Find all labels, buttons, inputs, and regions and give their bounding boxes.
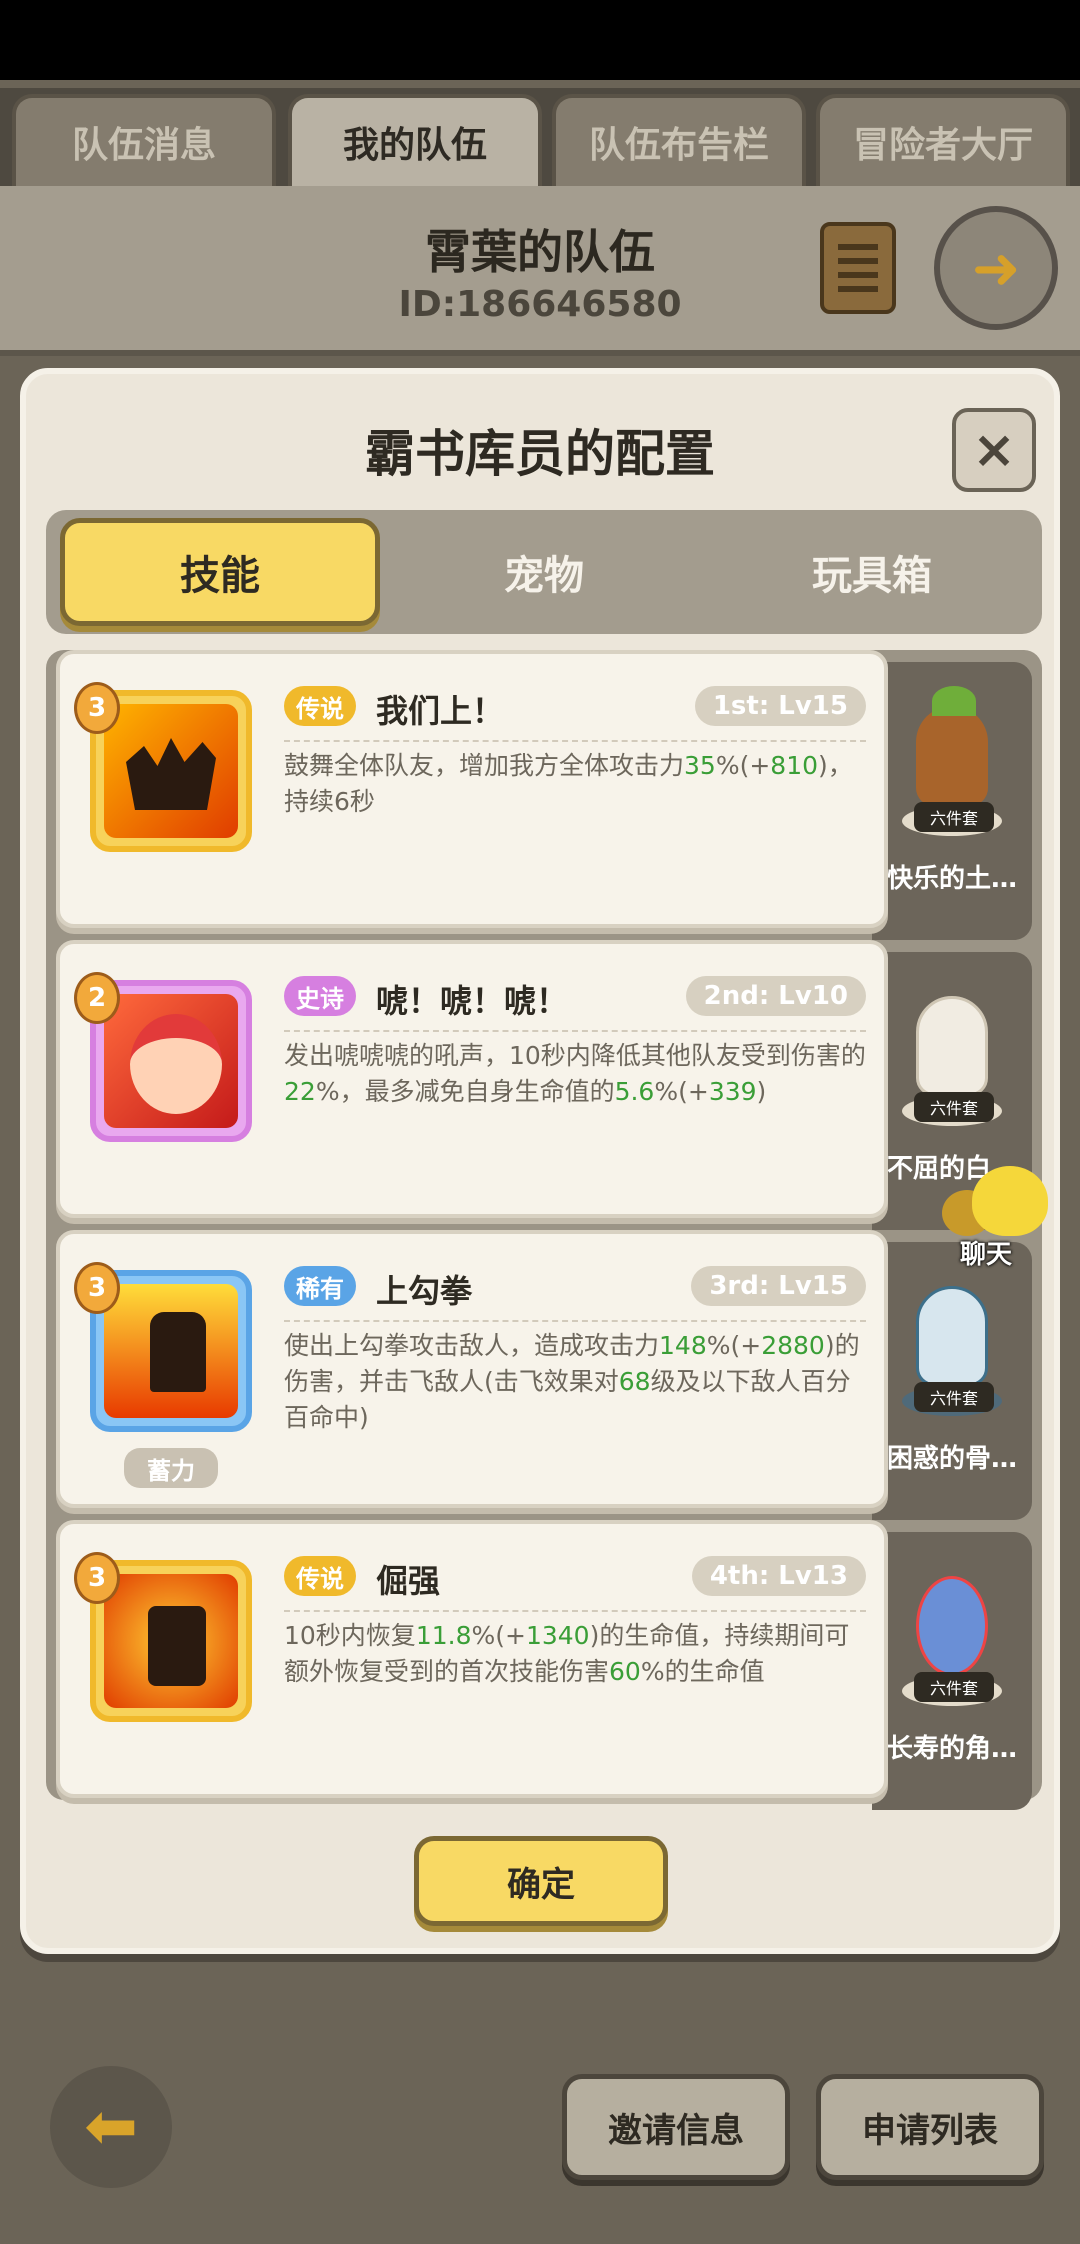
apply-list-button[interactable]: 申请列表 <box>816 2074 1044 2180</box>
skill-rank-badge: 3 <box>74 1262 120 1314</box>
skill-rank-badge: 2 <box>74 972 120 1024</box>
skill-rank-badge: 3 <box>74 682 120 734</box>
desc-text: %，最多减免自身生命值的 <box>315 1077 615 1106</box>
skill-slot-level: 3rd: Lv15 <box>691 1266 866 1306</box>
skill-slot-level: 4th: Lv13 <box>691 1556 866 1596</box>
rarity-badge: 史诗 <box>284 976 356 1016</box>
tab-skills[interactable]: 技能 <box>60 518 380 626</box>
skill-card[interactable]: 3 蓄力 稀有 上勾拳 3rd: Lv15 使出上勾拳攻击敌人，造成攻击力148… <box>56 1230 888 1508</box>
pet-set-badge: 六件套 <box>914 1092 994 1122</box>
modal-title: 霸书库员的配置 <box>365 425 715 483</box>
skill-list: 六件套 快乐的土… 3 传说 我们上！ 1st: Lv15 鼓舞全体队友，增加我… <box>46 650 1042 1810</box>
skill-card[interactable]: 3 传说 我们上！ 1st: Lv15 鼓舞全体队友，增加我方全体攻击力35%(… <box>56 650 888 928</box>
back-arrow-icon: ⬅ <box>84 2090 138 2164</box>
pet-name: 长寿的角… <box>886 1734 1017 1764</box>
desc-text: %(+ <box>654 1077 709 1106</box>
stat-value: 148 <box>659 1331 707 1360</box>
stat-value: 2880 <box>761 1331 825 1360</box>
sub-tab-bar: 技能 宠物 玩具箱 <box>46 510 1042 634</box>
exit-team-icon: ➜ <box>971 234 1021 302</box>
desc-text: 鼓舞全体队友，增加我方全体攻击力 <box>284 751 685 780</box>
skill-name: 唬！唬！唬！ <box>376 982 569 1020</box>
team-header: 霄葉的队伍 ID:186646580 ➜ <box>0 186 1080 356</box>
stat-value: 810 <box>770 751 819 780</box>
rarity-badge: 传说 <box>284 686 356 726</box>
stat-value: 22 <box>284 1077 316 1106</box>
desc-text: %(+ <box>715 751 771 780</box>
stat-value: 60 <box>609 1657 641 1686</box>
confirm-button[interactable]: 确定 <box>414 1836 668 1926</box>
desc-text: 发出唬唬唬的吼声，10秒内降低其他队友受到伤害的 <box>284 1041 866 1070</box>
skill-description: 使出上勾拳攻击敌人，造成攻击力148%(+2880)的伤害，并击飞敌人(击飞效果… <box>284 1328 874 1436</box>
stat-value: 68 <box>618 1367 651 1396</box>
chat-label: 聊天 <box>960 1240 1013 1270</box>
pet-name: 困惑的骨… <box>886 1444 1017 1474</box>
team-id: ID:186646580 <box>398 284 682 325</box>
pet-card[interactable]: 六件套 长寿的角… <box>872 1532 1032 1810</box>
skill-name: 上勾拳 <box>376 1272 473 1310</box>
skill-card[interactable]: 2 史诗 唬！唬！唬！ 2nd: Lv10 发出唬唬唬的吼声，10秒内降低其他队… <box>56 940 888 1218</box>
tab-my-team[interactable]: 我的队伍 <box>288 94 542 186</box>
invite-info-button[interactable]: 邀请信息 <box>562 2074 790 2180</box>
charge-tag: 蓄力 <box>124 1448 218 1488</box>
back-button[interactable]: ⬅ <box>50 2066 172 2188</box>
pet-set-badge: 六件套 <box>914 1672 994 1702</box>
tab-adventurer-hall[interactable]: 冒险者大厅 <box>816 94 1070 186</box>
status-bar <box>0 0 1080 80</box>
desc-text: 使出上勾拳攻击敌人，造成攻击力 <box>284 1331 660 1360</box>
top-tab-bar: 队伍消息 我的队伍 队伍布告栏 冒险者大厅 <box>0 88 1080 188</box>
team-name: 霄葉的队伍 <box>425 225 655 279</box>
close-icon: × <box>972 420 1016 480</box>
skill-card[interactable]: 3 传说 倔强 4th: Lv13 10秒内恢复11.8%(+1340)的生命值… <box>56 1520 888 1798</box>
skill-description: 10秒内恢复11.8%(+1340)的生命值，持续期间可额外恢复受到的首次技能伤… <box>284 1618 874 1690</box>
scroll-icon[interactable] <box>820 222 896 314</box>
desc-text: %(+ <box>706 1331 762 1360</box>
desc-text: %的生命值 <box>640 1657 765 1686</box>
stat-value: 1340 <box>525 1621 590 1650</box>
tab-team-messages[interactable]: 队伍消息 <box>12 94 276 186</box>
desc-text: %(+ <box>471 1621 526 1650</box>
stat-value: 5.6 <box>614 1077 655 1106</box>
skill-slot-level: 2nd: Lv10 <box>685 976 866 1016</box>
pet-set-badge: 六件套 <box>914 802 994 832</box>
pet-set-badge: 六件套 <box>914 1382 994 1412</box>
desc-text: ) <box>756 1077 767 1106</box>
skill-slot-level: 1st: Lv15 <box>694 686 866 726</box>
tab-team-board[interactable]: 队伍布告栏 <box>552 94 806 186</box>
exit-team-button[interactable]: ➜ <box>934 206 1058 330</box>
skill-description: 鼓舞全体队友，增加我方全体攻击力35%(+810)，持续6秒 <box>284 748 874 820</box>
tab-toy-box[interactable]: 玩具箱 <box>712 518 1032 626</box>
rarity-badge: 稀有 <box>284 1266 356 1306</box>
skill-name: 我们上！ <box>376 692 505 730</box>
rarity-badge: 传说 <box>284 1556 356 1596</box>
chat-button[interactable]: 聊天 <box>942 1166 1052 1296</box>
close-button[interactable]: × <box>952 408 1036 492</box>
pet-card[interactable]: 六件套 快乐的土… <box>872 662 1032 940</box>
desc-text: 10秒内恢复 <box>284 1621 416 1650</box>
skill-rank-badge: 3 <box>74 1552 120 1604</box>
skill-name: 倔强 <box>376 1562 441 1600</box>
tab-pets[interactable]: 宠物 <box>384 518 704 626</box>
loadout-modal: 霸书库员的配置 × 技能 宠物 玩具箱 六件套 快乐的土… 3 传说 我们上！ … <box>20 368 1060 1954</box>
stat-value: 35 <box>684 751 716 780</box>
stat-value: 11.8 <box>415 1621 472 1650</box>
skill-description: 发出唬唬唬的吼声，10秒内降低其他队友受到伤害的 22%，最多减免自身生命值的5.… <box>284 1038 874 1110</box>
pet-name: 快乐的土… <box>886 864 1017 894</box>
stat-value: 339 <box>708 1077 757 1106</box>
